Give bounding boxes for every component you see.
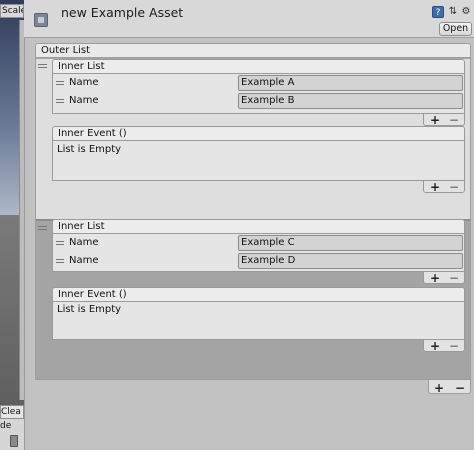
outer-remove-button[interactable]: − — [455, 382, 465, 394]
inner-event-add-button[interactable]: + — [430, 340, 440, 352]
inner-list-header[interactable]: Inner List — [52, 59, 465, 74]
name-label: Name — [69, 237, 99, 248]
inner-list-add-button[interactable]: + — [430, 114, 440, 126]
asset-title: new Example Asset — [61, 5, 184, 20]
empty-list-text: List is Empty — [57, 144, 122, 155]
empty-list-text: List is Empty — [57, 304, 122, 315]
name-field[interactable]: Example C — [238, 235, 463, 251]
console-text: de — [0, 421, 12, 431]
name-field[interactable]: Example D — [238, 253, 463, 269]
name-field[interactable]: Example B — [238, 93, 463, 109]
drag-handle-icon[interactable] — [56, 81, 64, 85]
inner-event-header: Inner Event () — [52, 287, 465, 302]
scale-label[interactable]: Scale — [0, 4, 24, 18]
inner-event-remove-button[interactable]: − — [449, 340, 459, 352]
scriptable-asset-icon — [34, 13, 48, 27]
drag-handle-icon[interactable] — [56, 259, 64, 263]
inner-event-remove-button[interactable]: − — [449, 181, 459, 193]
inner-event-header: Inner Event () — [52, 126, 465, 141]
drag-handle-icon[interactable] — [38, 64, 47, 68]
inner-list-remove-button[interactable]: − — [449, 272, 459, 284]
drag-handle-icon[interactable] — [56, 241, 64, 245]
drag-handle-icon[interactable] — [38, 226, 47, 230]
inner-list-add-button[interactable]: + — [430, 272, 440, 284]
preset-icon[interactable]: ⇅ — [447, 6, 459, 18]
open-button[interactable]: Open — [439, 22, 472, 36]
drag-handle-icon[interactable] — [56, 99, 64, 103]
help-icon[interactable]: ? — [432, 6, 444, 18]
outer-add-button[interactable]: + — [434, 382, 444, 394]
gear-icon[interactable]: ⚙ — [460, 6, 472, 18]
name-label: Name — [69, 77, 99, 88]
name-label: Name — [69, 95, 99, 106]
clear-button[interactable]: Clea — [0, 405, 24, 419]
console-icon — [10, 435, 18, 447]
outer-list-header[interactable]: Outer List — [35, 43, 471, 58]
name-field[interactable]: Example A — [238, 75, 463, 91]
name-label: Name — [69, 255, 99, 266]
inner-list-remove-button[interactable]: − — [449, 114, 459, 126]
inner-event-add-button[interactable]: + — [430, 181, 440, 193]
inner-list-header[interactable]: Inner List — [52, 219, 465, 234]
